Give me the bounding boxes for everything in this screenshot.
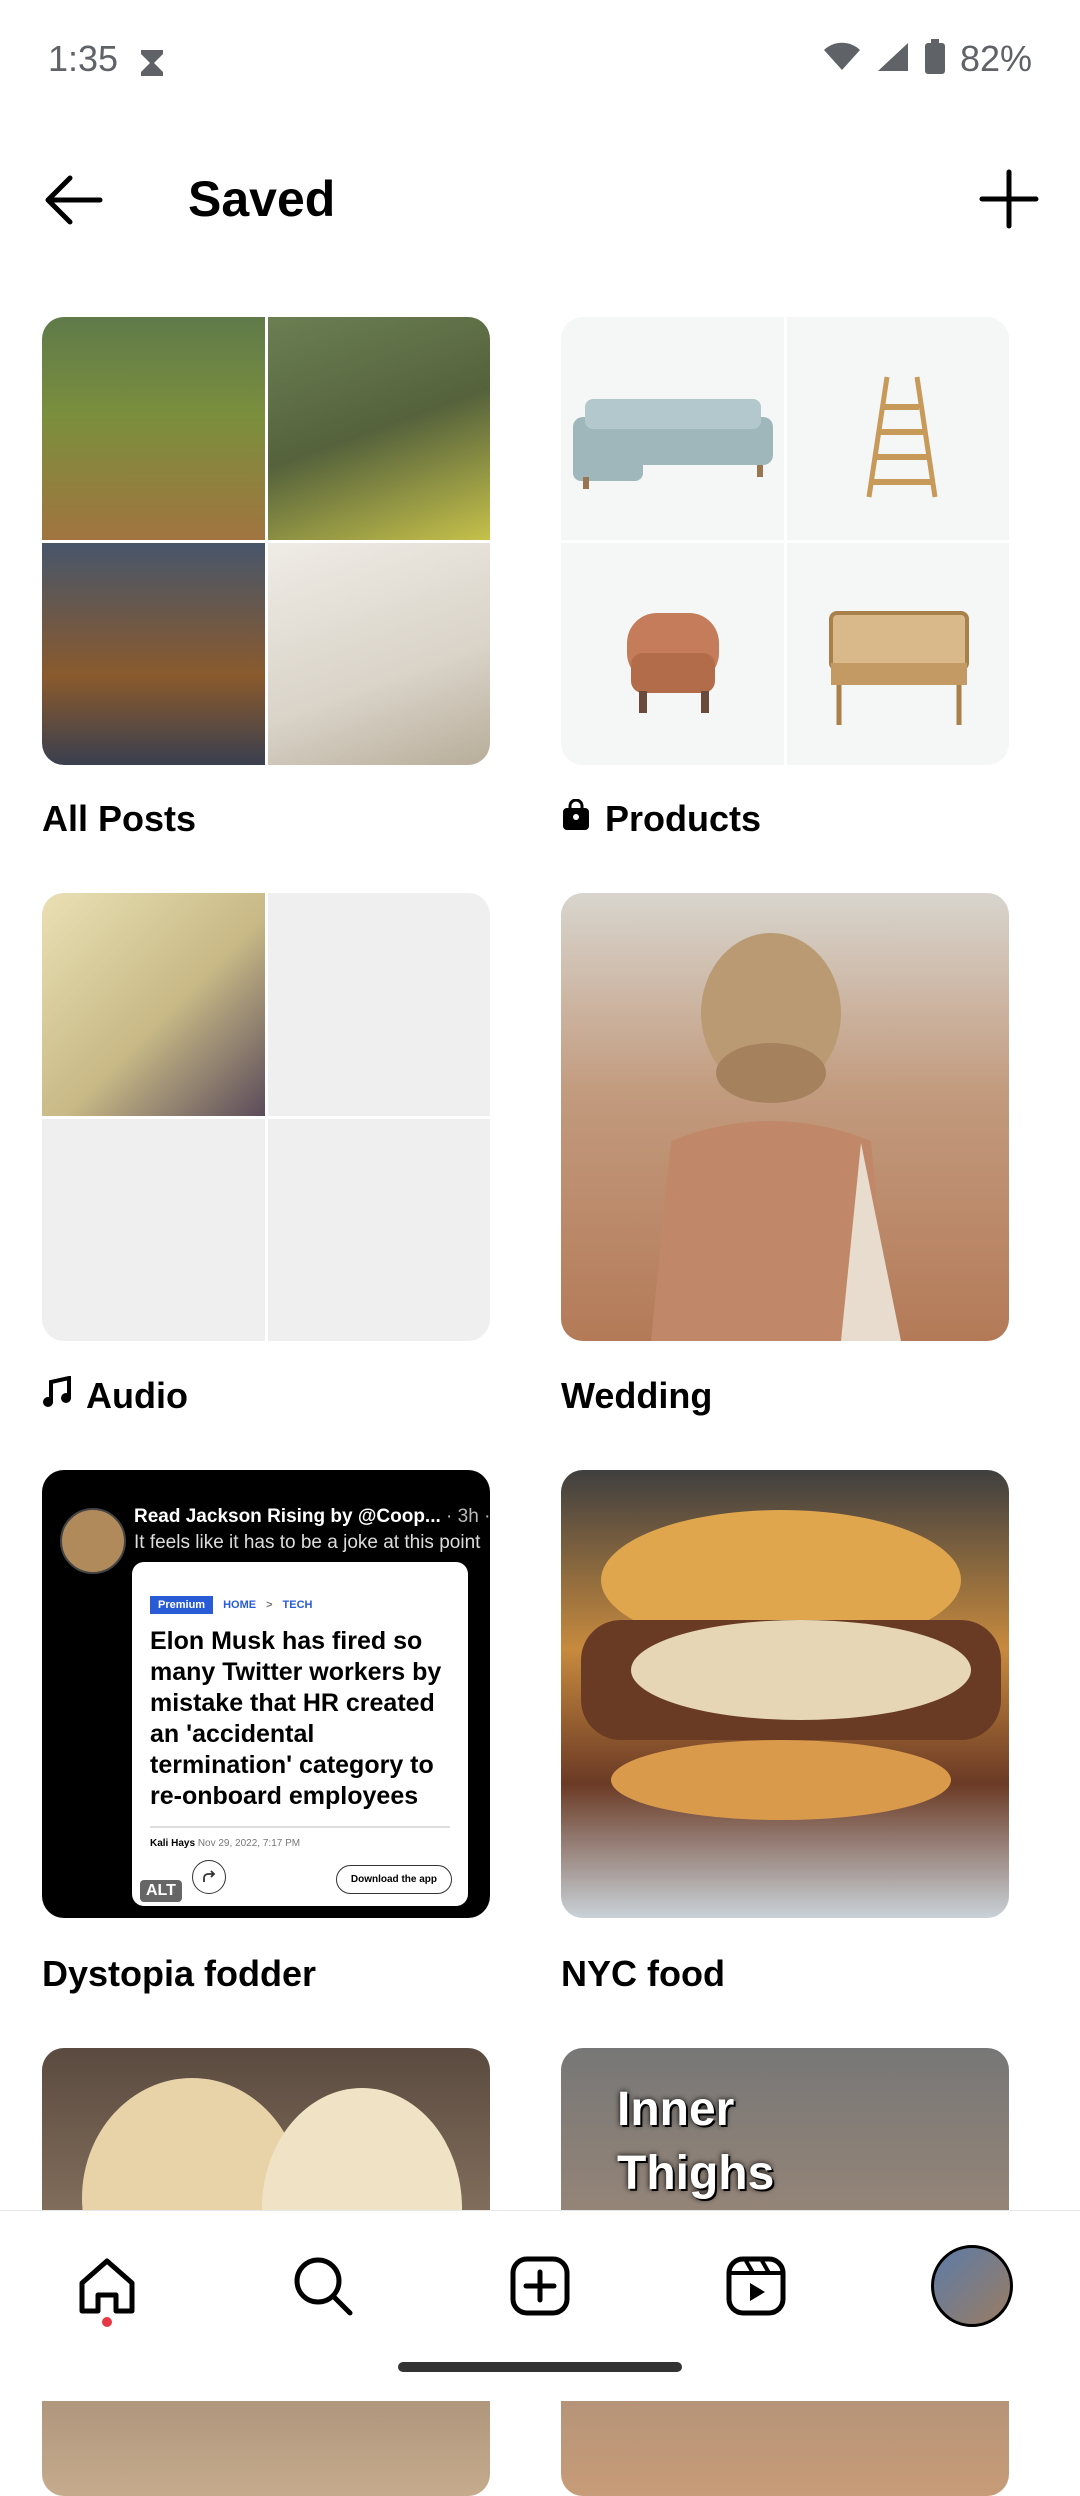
- page-title: Saved: [188, 171, 336, 227]
- crumb-tech: TECH: [282, 1599, 313, 1611]
- alt-badge: ALT: [140, 1880, 182, 1902]
- home-indicator[interactable]: [398, 2362, 682, 2372]
- nav-create[interactable]: [495, 2241, 585, 2331]
- reels-icon: [726, 2256, 786, 2316]
- collection-label: Dystopia fodder: [42, 1953, 316, 1995]
- thumbnail-image: [651, 933, 901, 1341]
- thumbnail-image: [267, 317, 490, 540]
- article-card: Premium HOME > TECH Elon Musk has fired …: [132, 1562, 468, 1906]
- crumb-home: HOME: [223, 1599, 257, 1611]
- collection-title: Wedding: [561, 1375, 713, 1416]
- page-header: Saved: [0, 150, 1080, 250]
- divider: [150, 1826, 450, 1828]
- article-byline: Kali Hays Nov 29, 2022, 7:17 PM: [150, 1838, 300, 1849]
- thumbnail-image: [82, 2078, 462, 2228]
- collection-title: NYC food: [561, 1953, 725, 1994]
- battery-icon: [924, 38, 946, 80]
- thumbnail-image: [267, 542, 490, 765]
- home-icon: [79, 2258, 135, 2314]
- status-icons: 82%: [822, 38, 1032, 80]
- overlay-line: Thighs: [617, 2147, 775, 2200]
- status-bar: 1:35 82%: [0, 0, 1080, 130]
- battery-percent: 82%: [959, 38, 1032, 79]
- crumb-separator: >: [266, 1599, 273, 1611]
- thumbnail-image: [786, 317, 1009, 540]
- empty-thumbnail: [267, 1118, 490, 1341]
- collection-audio[interactable]: [42, 893, 490, 1341]
- more-icon: ···: [484, 1506, 490, 1527]
- thumbnail-image: [581, 1510, 1001, 1820]
- create-post-icon: [510, 2256, 570, 2316]
- shopping-bag-icon: [561, 798, 591, 840]
- nav-reels[interactable]: [711, 2241, 801, 2331]
- article-date: Nov 29, 2022, 7:17 PM: [197, 1838, 301, 1849]
- collection-title: Audio: [86, 1375, 188, 1416]
- collection-title: Dystopia fodder: [42, 1953, 317, 1994]
- wifi-icon: [822, 42, 862, 77]
- thumbnail-image: [42, 542, 265, 765]
- notification-dot: [102, 2317, 112, 2327]
- thumbnail-image: [42, 893, 265, 1116]
- thumbnail-image: [561, 542, 784, 765]
- overlay-line: Inner: [617, 2083, 735, 2136]
- thumbnail-image: [42, 317, 265, 540]
- signal-icon: [876, 41, 910, 78]
- collection-all-posts[interactable]: [42, 317, 490, 765]
- author-name: Kali Hays: [150, 1838, 196, 1849]
- search-icon: [294, 2257, 353, 2316]
- avatar: [60, 1508, 126, 1574]
- empty-thumbnail: [267, 893, 490, 1116]
- collection-label: Products: [561, 798, 761, 840]
- bottom-navigation: [0, 2210, 1080, 2401]
- collection-nyc-food[interactable]: [561, 1470, 1009, 1918]
- nav-profile[interactable]: [927, 2241, 1017, 2331]
- music-note-icon: [42, 1375, 72, 1417]
- post-author: Read Jackson Rising by @Coop...: [134, 1506, 441, 1527]
- thumbnail-image: [561, 317, 784, 540]
- article-headline: Elon Musk has fired so many Twitter work…: [150, 1627, 442, 1810]
- collection-label: All Posts: [42, 798, 196, 840]
- overlay-text: Inner Thighs: [617, 2078, 774, 2206]
- post-time: · 3h: [446, 1506, 479, 1527]
- collection-label: Wedding: [561, 1375, 712, 1417]
- empty-thumbnail: [42, 1118, 265, 1341]
- collection-title: All Posts: [42, 798, 197, 839]
- collection-label: Audio: [42, 1375, 188, 1417]
- add-collection-button[interactable]: [974, 164, 1044, 234]
- profile-avatar: [931, 2245, 1013, 2327]
- back-button[interactable]: [40, 170, 110, 230]
- collection-title: Products: [605, 798, 762, 839]
- collection-wedding[interactable]: [561, 893, 1009, 1341]
- thumbnail-image: [786, 542, 1009, 765]
- hourglass-icon: [138, 48, 166, 83]
- post-subtitle: It feels like it has to be a joke at thi…: [134, 1532, 481, 1553]
- status-time: 1:35: [48, 38, 119, 79]
- breadcrumb: Premium HOME > TECH: [150, 1596, 312, 1614]
- collection-products[interactable]: [561, 317, 1009, 765]
- download-app-button: Download the app: [335, 1865, 452, 1894]
- collection-label: NYC food: [561, 1953, 725, 1995]
- nav-search[interactable]: [278, 2241, 368, 2331]
- post-author-line: Read Jackson Rising by @Coop... · 3h ···: [134, 1506, 490, 1528]
- share-icon: [192, 1860, 226, 1894]
- premium-badge: Premium: [150, 1596, 214, 1614]
- collection-dystopia-fodder[interactable]: Read Jackson Rising by @Coop... · 3h ···…: [42, 1470, 490, 1918]
